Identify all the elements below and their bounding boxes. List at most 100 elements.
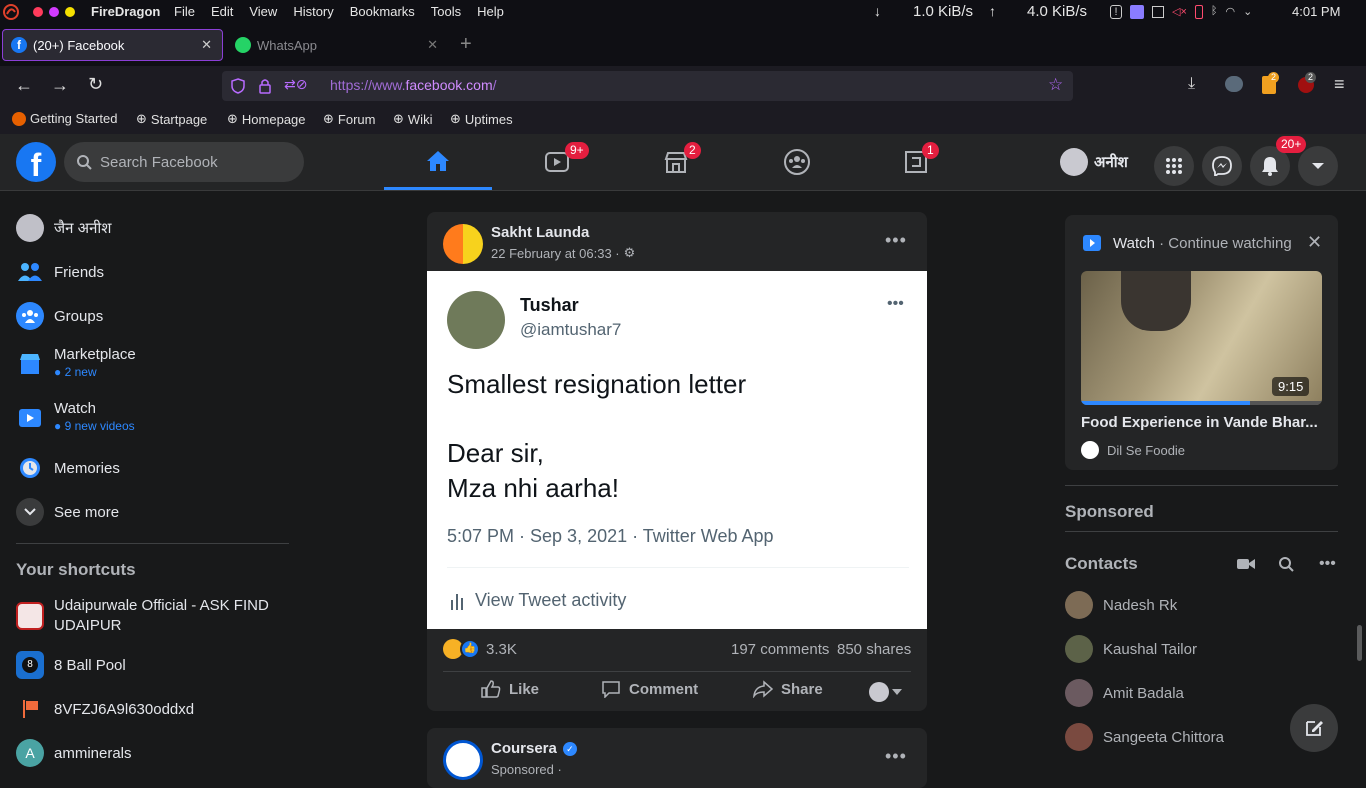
downloads-icon[interactable]: ⤓ (1188, 75, 1195, 93)
bell-icon (1262, 157, 1278, 176)
menu-edit[interactable]: Edit (211, 4, 233, 19)
menu-history[interactable]: History (293, 4, 333, 19)
menu-tools[interactable]: Tools (431, 4, 461, 19)
shortcut-label: 8 Ball Pool (54, 656, 126, 674)
maximize-window-icon[interactable] (65, 7, 75, 17)
chevron-down-icon[interactable]: ⌄ (1243, 5, 1252, 19)
lock-icon[interactable] (258, 78, 272, 94)
bluetooth-icon[interactable]: ᛒ (1211, 5, 1218, 19)
shield-icon[interactable] (230, 78, 246, 94)
scrollbar-thumb[interactable] (1357, 625, 1362, 661)
tab-facebook[interactable]: f (20+) Facebook ✕ (2, 29, 223, 61)
video-title[interactable]: Food Experience in Vande Bhar... (1081, 414, 1318, 431)
post-author[interactable]: Sakht Launda (491, 224, 589, 241)
bookmark-wiki[interactable]: ⊕ Wiki (393, 111, 432, 127)
share-button[interactable]: Share (753, 680, 823, 698)
profile-button[interactable]: अनीश (1060, 148, 1128, 176)
more-options-icon[interactable]: ••• (1319, 555, 1336, 573)
thumbs-up-icon (481, 680, 501, 698)
menu-view[interactable]: View (249, 4, 277, 19)
tab-whatsapp[interactable]: WhatsApp ✕ (227, 29, 448, 61)
bookmark-homepage[interactable]: ⊕ Homepage (227, 111, 306, 127)
comment-button[interactable]: Comment (601, 680, 698, 698)
menu-bookmarks[interactable]: Bookmarks (350, 4, 415, 19)
menu-file[interactable]: File (174, 4, 195, 19)
bookmark-star-icon[interactable]: ☆ (1048, 75, 1063, 95)
close-tab-icon[interactable]: ✕ (201, 37, 212, 53)
share-icon (753, 680, 773, 698)
contact-item[interactable]: Amit Badala (1065, 679, 1184, 707)
nav-home[interactable] (384, 134, 492, 190)
facebook-logo-icon[interactable]: f (16, 142, 56, 183)
sidebar-item-watch[interactable]: Watch ● 9 new videos (16, 400, 135, 433)
contact-item[interactable]: Sangeeta Chittora (1065, 723, 1224, 751)
sidebar-item-marketplace[interactable]: Marketplace ● 2 new (16, 346, 136, 379)
nav-watch[interactable]: 9+ (503, 134, 611, 190)
bookmark-startpage[interactable]: ⊕ Startpage (136, 111, 207, 127)
sidebar-item-memories[interactable]: Memories (16, 454, 120, 482)
contact-item[interactable]: Nadesh Rk (1065, 591, 1177, 619)
shortcut-item[interactable]: 8 8 Ball Pool (16, 651, 126, 679)
back-icon[interactable]: ← (15, 75, 33, 96)
channel-link[interactable]: Dil Se Foodie (1081, 441, 1185, 459)
more-options-icon[interactable]: ••• (885, 230, 907, 251)
shares-count[interactable]: 850 shares (837, 641, 911, 658)
avatar (1065, 591, 1093, 619)
alert-icon[interactable]: ! (1110, 5, 1122, 19)
new-message-button[interactable] (1290, 704, 1338, 752)
account-button[interactable] (1298, 146, 1338, 186)
minimize-window-icon[interactable] (49, 7, 59, 17)
volume-muted-icon[interactable]: ◁× (1172, 5, 1187, 19)
menu-help[interactable]: Help (477, 4, 504, 19)
bookmark-getting-started[interactable]: Getting Started (12, 111, 117, 126)
nav-groups[interactable] (743, 134, 851, 190)
search-icon[interactable] (1278, 556, 1294, 572)
privacy-extension-icon[interactable] (1225, 76, 1243, 92)
post-date[interactable]: 22 February at 06:33 · (491, 246, 620, 261)
close-icon[interactable]: ✕ (1307, 232, 1322, 253)
cpu-icon[interactable] (1130, 5, 1144, 19)
coursera-logo-icon[interactable] (443, 740, 483, 780)
nav-marketplace[interactable]: 2 (622, 134, 730, 190)
video-thumbnail[interactable]: 9:15 (1081, 271, 1322, 405)
bookmark-forum[interactable]: ⊕ Forum (323, 111, 375, 127)
post-author[interactable]: Coursera (491, 740, 557, 757)
close-window-icon[interactable] (33, 7, 43, 17)
notifications-button[interactable]: 20+ (1250, 136, 1307, 186)
battery-icon[interactable] (1194, 5, 1203, 19)
video-call-icon[interactable] (1237, 557, 1255, 571)
memory-icon[interactable] (1152, 6, 1164, 18)
comments-count[interactable]: 197 comments (731, 641, 829, 658)
permissions-icon[interactable]: ⇄⊘ (284, 76, 307, 93)
shortcut-item[interactable]: 8VFZJ6A9l630oddxd (16, 695, 194, 723)
dragon-logo-icon[interactable] (2, 3, 20, 21)
reload-icon[interactable]: ↻ (88, 74, 103, 95)
contact-item[interactable]: Kaushal Tailor (1065, 635, 1197, 663)
hamburger-menu-icon[interactable]: ≡ (1334, 74, 1345, 95)
react-as-selector[interactable] (869, 682, 902, 702)
bookmark-uptimes[interactable]: ⊕ Uptimes (450, 111, 513, 127)
url-bar[interactable]: ⇄⊘ https://www.facebook.com/ ☆ (222, 71, 1073, 101)
close-tab-icon[interactable]: ✕ (427, 37, 438, 53)
messenger-button[interactable] (1202, 146, 1242, 186)
more-options-icon[interactable]: ••• (885, 746, 907, 767)
wifi-icon[interactable]: ◠ (1226, 5, 1236, 19)
sidebar-item-profile[interactable]: जैन अनीश (16, 214, 112, 242)
sidebar-item-groups[interactable]: Groups (16, 302, 103, 330)
tab-title: WhatsApp (257, 37, 317, 53)
sidebar-item-friends[interactable]: Friends (16, 258, 104, 286)
avatar[interactable] (443, 224, 483, 264)
url-domain: facebook.com (405, 77, 493, 93)
shortcut-item[interactable]: Udaipurwale Official - ASK FIND UDAIPUR (16, 596, 286, 636)
nav-gaming[interactable]: 1 (862, 134, 970, 190)
forward-icon[interactable]: → (51, 75, 69, 96)
extension-badge: 2 (1268, 72, 1280, 83)
shortcut-item[interactable]: A amminerals (16, 739, 132, 767)
new-tab-icon[interactable]: + (460, 33, 472, 56)
reactions-summary[interactable]: 👍 3.3K (443, 639, 517, 659)
like-button[interactable]: Like (481, 680, 539, 698)
search-input[interactable]: Search Facebook (64, 142, 304, 182)
menu-button[interactable] (1154, 146, 1194, 186)
tweet-screenshot[interactable]: Tushar @iamtushar7 ••• Smallest resignat… (427, 271, 927, 629)
sidebar-see-more[interactable]: See more (16, 498, 119, 526)
